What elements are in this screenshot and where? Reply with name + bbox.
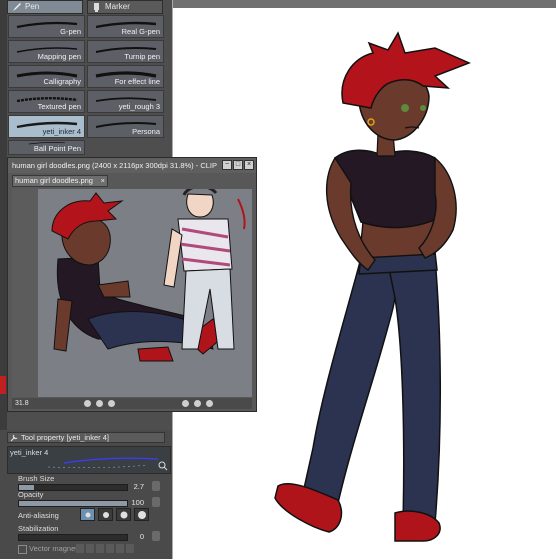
anti-aliasing-row: Anti-aliasing	[18, 508, 166, 522]
navigator-subwindow[interactable]: human girl doodles.png (2400 x 2116px 30…	[7, 157, 257, 412]
search-icon[interactable]	[158, 461, 168, 471]
brush-label: Textured pen	[37, 102, 81, 111]
brush-label: yeti_rough 3	[118, 102, 160, 111]
brush-label: Persona	[132, 127, 160, 136]
zoom-in-icon[interactable]	[96, 400, 103, 407]
window-controls: − □ ×	[222, 160, 254, 170]
tab-close-icon[interactable]: ×	[101, 176, 105, 186]
anti-aliasing-label: Anti-aliasing	[18, 511, 59, 520]
rotate-right-icon[interactable]	[194, 400, 201, 407]
brush-label: Mapping pen	[37, 52, 81, 61]
brush-item[interactable]: Real G-pen	[87, 15, 164, 38]
stepper-icon[interactable]	[152, 497, 160, 507]
brush-label: G-pen	[60, 27, 81, 36]
tab-pen-label: Pen	[25, 2, 40, 11]
tab-pen[interactable]: Pen	[7, 0, 83, 14]
brush-label: Calligraphy	[43, 77, 81, 86]
brush-item[interactable]: yeti_rough 3	[87, 90, 164, 113]
stabilization-row: Stabilization 0	[18, 524, 166, 544]
opacity-row: Opacity 100	[18, 490, 166, 510]
brush-item[interactable]: Textured pen	[8, 90, 85, 113]
opacity-value: 100	[131, 498, 144, 507]
rotate-left-icon[interactable]	[182, 400, 189, 407]
tab-marker-label: Marker	[105, 2, 130, 11]
brush-label: yeti_inker 4	[42, 127, 81, 136]
subwindow-canvas[interactable]	[12, 189, 252, 397]
brush-item[interactable]: For effect line	[87, 65, 164, 88]
brush-label: Real G-pen	[121, 27, 160, 36]
eye	[420, 105, 426, 111]
minimize-icon[interactable]: −	[222, 160, 232, 170]
aa-none-button[interactable]	[80, 508, 95, 521]
close-icon[interactable]: ×	[244, 160, 254, 170]
zoom-value: 31.8	[15, 400, 29, 407]
subwindow-status-bar: 31.8	[12, 398, 252, 409]
subwindow-title: human girl doodles.png (2400 x 2116px 30…	[12, 161, 217, 170]
maximize-icon[interactable]: □	[233, 160, 243, 170]
tab-marker[interactable]: Marker	[87, 0, 163, 14]
document-tab-label: human girl doodles.png	[15, 176, 93, 185]
brush-item[interactable]: Ball Point Pen	[8, 140, 85, 155]
brush-item[interactable]: Persona	[87, 115, 164, 138]
wrench-icon	[10, 434, 18, 441]
brush-item[interactable]: Mapping pen	[8, 40, 85, 63]
brush-size-label: Brush Size	[18, 474, 55, 483]
aa-strong-button[interactable]	[134, 508, 149, 521]
reference-artwork	[38, 189, 252, 397]
brush-list: G-pen Real G-pen Mapping pen Turnip pen …	[8, 15, 164, 155]
color-swatch[interactable]	[0, 376, 6, 394]
brush-item[interactable]: Calligraphy	[8, 65, 85, 88]
tool-property-title: Tool property [yeti_inker 4]	[21, 433, 109, 442]
vector-magnet-levels	[76, 544, 134, 553]
eye	[401, 104, 409, 112]
stabilization-value: 0	[139, 532, 144, 541]
jeans-left-leg	[302, 257, 402, 504]
brush-preview: yeti_inker 4	[7, 446, 171, 474]
aa-medium-button[interactable]	[116, 508, 131, 521]
stabilization-label: Stabilization	[18, 524, 59, 533]
vector-magnet-checkbox[interactable]	[18, 545, 27, 554]
jeans-right-leg	[387, 257, 442, 524]
canvas-top-bar	[173, 0, 556, 8]
opacity-slider[interactable]	[18, 500, 128, 507]
tool-property-header: Tool property [yeti_inker 4]	[7, 432, 165, 443]
brush-label: Ball Point Pen	[33, 144, 81, 153]
brush-item[interactable]: G-pen	[8, 15, 85, 38]
standing-face	[186, 193, 214, 218]
opacity-label: Opacity	[18, 490, 44, 499]
stabilization-slider[interactable]	[18, 534, 128, 541]
vector-magnet-label: Vector magnet	[29, 544, 78, 553]
sitting-shoe	[137, 346, 174, 362]
brush-label: For effect line	[114, 77, 160, 86]
brush-label: Turnip pen	[124, 52, 160, 61]
slider-fill	[19, 501, 127, 506]
brush-item[interactable]: Turnip pen	[87, 40, 164, 63]
brush-item-selected[interactable]: yeti_inker 4	[8, 115, 85, 138]
reset-rotation-icon[interactable]	[206, 400, 213, 407]
stepper-icon[interactable]	[152, 531, 160, 541]
vector-magnet-row: Vector magnet	[18, 544, 166, 556]
marker-icon	[94, 3, 99, 12]
pen-icon	[13, 3, 21, 11]
subwindow-ruler	[12, 189, 38, 397]
aa-weak-button[interactable]	[98, 508, 113, 521]
document-tab[interactable]: human girl doodles.png ×	[12, 175, 108, 187]
zoom-out-icon[interactable]	[84, 400, 91, 407]
stroke-preview-icon	[47, 457, 159, 468]
subwindow-title-bar[interactable]: human girl doodles.png (2400 x 2116px 30…	[8, 158, 256, 173]
fit-icon[interactable]	[108, 400, 115, 407]
